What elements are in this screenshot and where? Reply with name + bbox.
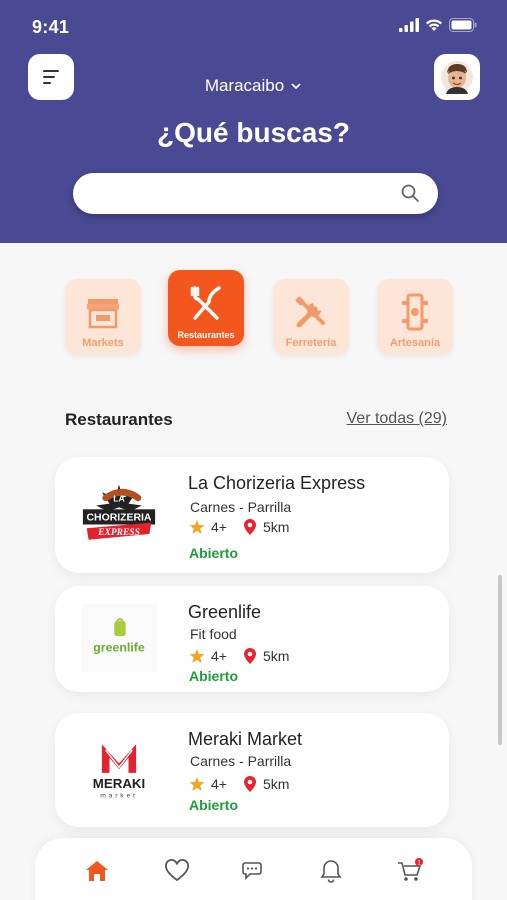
status-badge: Abierto [189,545,238,561]
chevron-down-icon [291,83,301,90]
meraki-logo: MERAKI market [81,733,157,809]
avatar [441,61,473,94]
nav-home[interactable] [82,856,112,886]
star-icon [189,520,205,534]
category-markets[interactable]: Markets [65,279,141,355]
category-label: Artesanía [389,337,441,349]
distance: 5km [262,519,290,535]
fork-knife-icon [190,286,221,320]
restaurant-meta: 4+ 5km [189,518,289,536]
craft-icon [402,293,428,331]
search-icon[interactable] [400,183,420,203]
heart-icon [165,859,189,882]
distance: 5km [262,648,290,664]
avatar-button[interactable] [434,54,480,100]
location-pin-icon [243,648,256,664]
rating: 4+ [211,648,227,664]
logo-text: EXPRESS [97,528,140,538]
status-time: 9:41 [32,17,70,37]
restaurant-meta: 4+ 5km [189,647,289,665]
star-icon [189,649,205,663]
home-icon [86,861,108,881]
see-all-link[interactable]: Ver todas (29) [347,410,448,428]
restaurant-card[interactable]: LA CHORIZERIA EXPRESS La Chorizeria Expr… [55,457,449,573]
status-icons [399,18,477,32]
status-badge: Abierto [189,668,238,684]
logo-text: CHORIZERIA [87,513,152,524]
restaurant-meta: 4+ 5km [189,775,289,793]
distance: 5km [262,776,290,792]
nav-notifications[interactable] [316,856,346,886]
restaurant-name: La Chorizeria Express [188,473,366,493]
star-icon [189,777,205,791]
category-label: Markets [82,337,124,349]
chorizeria-logo: LA CHORIZERIA EXPRESS [81,477,157,553]
greenlife-logo: greenlife [81,600,157,676]
category-label: Ferretería [285,337,337,349]
logo-text: market [100,793,137,800]
nav-favorites[interactable] [162,856,192,886]
search-input[interactable] [73,173,438,214]
city-selector[interactable]: Maracaibo [0,76,507,96]
restaurant-name: Greenlife [188,602,262,622]
location-pin-icon [243,776,256,792]
battery-icon [449,18,477,32]
scrollbar[interactable] [498,575,502,745]
nav-chat[interactable] [239,856,269,886]
restaurant-card[interactable]: greenlife Greenlife Fit food 4+ 5km Abie… [55,586,449,692]
rating: 4+ [211,776,227,792]
nav-cart[interactable]: 1 [395,856,425,886]
category-restaurantes[interactable]: Restaurantes [168,270,244,346]
status-badge: Abierto [189,797,238,813]
restaurant-category: Fit food [190,626,237,642]
bottom-nav: 1 [35,838,472,900]
logo-text: LA [113,494,124,504]
rating: 4+ [211,519,227,535]
restaurant-card[interactable]: MERAKI market Meraki Market Carnes - Par… [55,713,449,827]
tools-icon [295,296,325,328]
city-label: Maracaibo [204,76,285,95]
bell-icon [320,860,342,883]
location-pin-icon [243,519,256,535]
market-stall-icon [87,299,119,329]
section-title: Restaurantes [65,410,173,429]
logo-text: greenlife [93,640,145,654]
restaurant-category: Carnes - Parrilla [190,753,292,769]
cart-icon: 1 [398,858,423,881]
restaurant-name: Meraki Market [188,729,303,749]
category-ferreteria[interactable]: Ferretería [273,279,349,355]
category-artesania[interactable]: Artesanía [377,279,453,355]
wifi-icon [426,19,442,31]
signal-icon [399,18,419,32]
restaurant-category: Carnes - Parrilla [190,499,292,515]
category-label: Restaurantes [177,330,235,340]
chat-icon [242,862,262,880]
page-title: ¿Qué buscas? [157,117,350,148]
logo-text: MERAKI [93,776,145,791]
